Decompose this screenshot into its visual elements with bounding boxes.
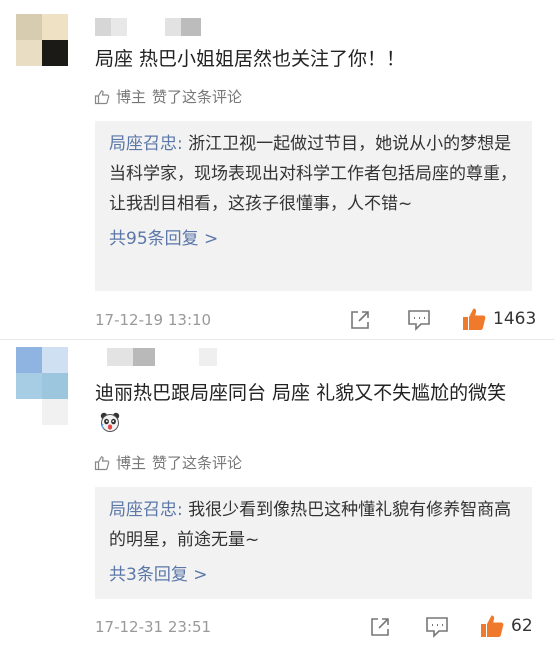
like-button[interactable]: 62 xyxy=(479,613,533,639)
avatar-pixel xyxy=(42,40,68,66)
divider xyxy=(0,339,554,340)
author-liked-row: 博主 赞了这条评论 xyxy=(94,86,242,107)
reply-author[interactable]: 局座召忠: xyxy=(109,134,183,154)
like-count: 62 xyxy=(511,616,533,636)
username-blurred[interactable] xyxy=(95,18,215,36)
more-replies-link[interactable]: 共3条回复 > xyxy=(109,559,520,591)
liked-action-label: 赞了这条评论 xyxy=(152,88,243,106)
avatar-pixel xyxy=(16,347,42,373)
liked-by-label[interactable]: 博主 xyxy=(116,86,146,107)
comment-text: 迪丽热巴跟局座同台 局座 礼貌又不失尴尬的微笑 xyxy=(95,378,515,438)
liked-action-label: 赞了这条评论 xyxy=(152,454,243,472)
avatar[interactable] xyxy=(16,14,68,66)
reply-box[interactable]: 局座召忠: 我很少看到像热巴这种懂礼貌有修养智商高的明星，前途无量~ 共3条回复… xyxy=(95,487,532,599)
comment-meta: 17-12-19 13:10 1463 xyxy=(95,306,536,335)
reply-text-line: 局座召忠: 我很少看到像热巴这种懂礼貌有修养智商高的明星，前途无量~ xyxy=(109,495,520,555)
comment-text-content: 迪丽热巴跟局座同台 局座 礼貌又不失尴尬的微笑 xyxy=(95,382,507,404)
panda-emoji-icon xyxy=(100,412,120,432)
comment-time: 17-12-19 13:10 xyxy=(95,311,212,329)
like-button[interactable]: 1463 xyxy=(461,306,536,332)
more-replies-link[interactable]: 共95条回复 > xyxy=(109,223,520,255)
reply-author[interactable]: 局座召忠: xyxy=(109,500,183,520)
avatar-pixel xyxy=(16,373,42,399)
reply-icon[interactable] xyxy=(425,616,449,638)
avatar-pixel xyxy=(16,40,42,66)
comment-meta: 17-12-31 23:51 62 xyxy=(95,614,535,642)
reply-text-line: 局座召忠: 浙江卫视一起做过节目，她说从小的梦想是当科学家，现场表现出对科学工作… xyxy=(109,129,520,219)
liked-by-label[interactable]: 博主 xyxy=(116,452,146,473)
author-liked-row: 博主 赞了这条评论 xyxy=(94,452,242,473)
share-icon[interactable] xyxy=(369,616,391,638)
thumb-up-filled-icon xyxy=(481,615,504,637)
avatar-pixel xyxy=(42,347,68,373)
comment-time: 17-12-31 23:51 xyxy=(95,618,212,636)
avatar-extra xyxy=(42,373,68,425)
avatar-pixel xyxy=(42,14,68,40)
comment-text: 局座 热巴小姐姐居然也关注了你！！ xyxy=(95,48,406,70)
thumb-up-outline-icon xyxy=(94,89,110,104)
reply-box[interactable]: 局座召忠: 浙江卫视一起做过节目，她说从小的梦想是当科学家，现场表现出对科学工作… xyxy=(95,121,532,291)
thumb-up-outline-icon xyxy=(94,455,110,470)
like-count: 1463 xyxy=(493,309,537,329)
username-blurred[interactable] xyxy=(107,348,227,366)
thumb-up-filled-icon xyxy=(463,308,486,330)
reply-icon[interactable] xyxy=(407,309,431,331)
avatar-pixel xyxy=(16,14,42,40)
share-icon[interactable] xyxy=(349,309,371,331)
